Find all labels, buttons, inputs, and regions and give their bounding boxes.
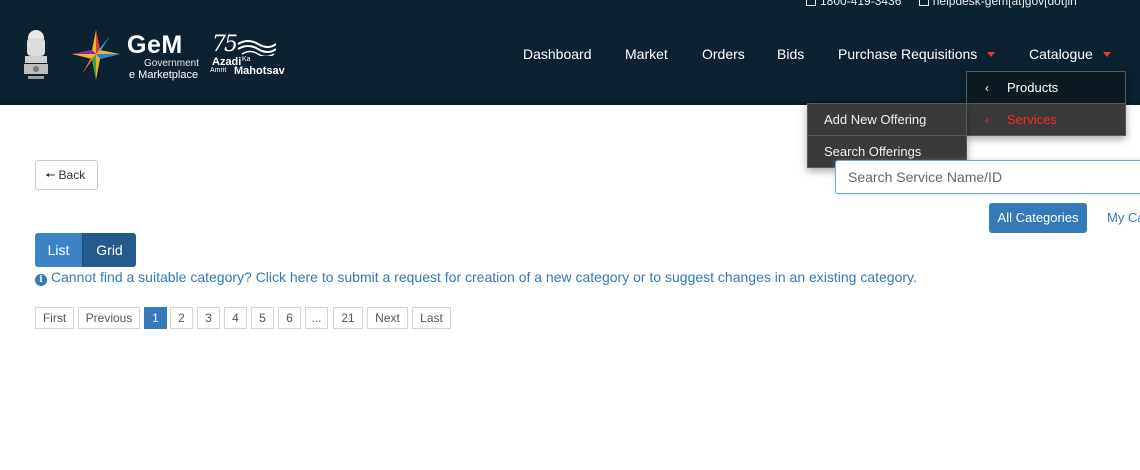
nav-purchase-requisitions[interactable]: Purchase Requisitions — [838, 46, 996, 62]
list-view-button[interactable]: List — [35, 233, 82, 267]
gem-star-logo-icon[interactable] — [70, 28, 122, 82]
back-button-label: Back — [58, 168, 86, 182]
suggest-category-text: Cannot find a suitable category? Click h… — [51, 269, 917, 285]
gem-subtitle-marketplace: e Marketplace — [129, 69, 199, 81]
pagination-first[interactable]: First — [35, 307, 74, 329]
chevron-left-icon: ‹ — [985, 113, 989, 127]
azadi-ka-word: Ka — [242, 56, 251, 63]
arrow-left-icon: 🠔 — [45, 168, 56, 182]
menu-item-add-new-offering[interactable]: Add New Offering — [808, 104, 966, 136]
gem-title: GeM — [127, 31, 183, 59]
azadi-number: 75 — [212, 32, 238, 57]
catalogue-dropdown: ‹ Products ‹ Services — [966, 71, 1126, 136]
info-circle-icon: i — [35, 274, 47, 286]
pagination-ellipsis: ... — [305, 307, 328, 329]
gem-subtitle-government: Government — [144, 58, 200, 69]
azadi-mahotsav-word: Mahotsav — [234, 65, 285, 77]
azadi-ka-amrit-mahotsav-logo: 75 Azadi Ka Amrit Mahotsav — [208, 32, 290, 80]
back-button[interactable]: 🠔 Back — [35, 160, 98, 190]
all-categories-button[interactable]: All Categories — [989, 203, 1087, 233]
pagination-page-1[interactable]: 1 — [144, 307, 167, 329]
menu-item-products[interactable]: ‹ Products — [967, 72, 1125, 104]
view-toggle: List Grid — [35, 233, 136, 267]
nav-catalogue[interactable]: Catalogue — [1029, 46, 1111, 62]
email-contact[interactable]: helpdesk-gem[at]gov[dot]in — [918, 0, 1077, 8]
chevron-left-icon: ‹ — [985, 81, 989, 95]
azadi-amrit-word: Amrit — [210, 67, 227, 74]
search-service-input[interactable] — [835, 160, 1140, 194]
pagination-page-5[interactable]: 5 — [251, 307, 274, 329]
pagination-page-6[interactable]: 6 — [278, 307, 301, 329]
nav-purchase-requisitions-label: Purchase Requisitions — [838, 46, 978, 62]
flag-wave-icon — [237, 40, 276, 56]
gem-wordmark[interactable]: GeM Government e Marketplace — [127, 32, 199, 81]
topbar-contacts: 1800-419-3436 helpdesk-gem[at]gov[dot]in — [806, 0, 1091, 8]
caret-down-icon — [1102, 52, 1111, 57]
pagination-page-21[interactable]: 21 — [333, 307, 363, 329]
menu-item-services-label: Services — [1007, 112, 1057, 127]
phone-icon — [806, 0, 816, 6]
grid-view-button[interactable]: Grid — [82, 233, 136, 267]
pagination-next[interactable]: Next — [367, 307, 408, 329]
email-icon — [918, 0, 929, 6]
nav-market[interactable]: Market — [625, 46, 668, 62]
pagination-last[interactable]: Last — [412, 307, 451, 329]
suggest-category-link[interactable]: i Cannot find a suitable category? Click … — [35, 269, 917, 286]
services-submenu: Add New Offering Search Offerings — [807, 103, 967, 168]
pagination-previous[interactable]: Previous — [78, 307, 140, 329]
nav-dashboard[interactable]: Dashboard — [523, 46, 592, 62]
phone-contact[interactable]: 1800-419-3436 — [806, 0, 901, 8]
pagination-page-2[interactable]: 2 — [170, 307, 193, 329]
nav-catalogue-label: Catalogue — [1029, 46, 1093, 62]
nav-bids[interactable]: Bids — [777, 46, 804, 62]
pagination-page-4[interactable]: 4 — [224, 307, 247, 329]
pagination-page-3[interactable]: 3 — [197, 307, 220, 329]
national-emblem-icon[interactable] — [20, 28, 52, 82]
my-categories-link[interactable]: My Ca — [1107, 210, 1140, 225]
menu-item-products-label: Products — [1007, 80, 1059, 95]
nav-orders[interactable]: Orders — [702, 46, 745, 62]
caret-down-icon — [987, 52, 996, 57]
menu-item-services[interactable]: ‹ Services — [967, 104, 1125, 136]
